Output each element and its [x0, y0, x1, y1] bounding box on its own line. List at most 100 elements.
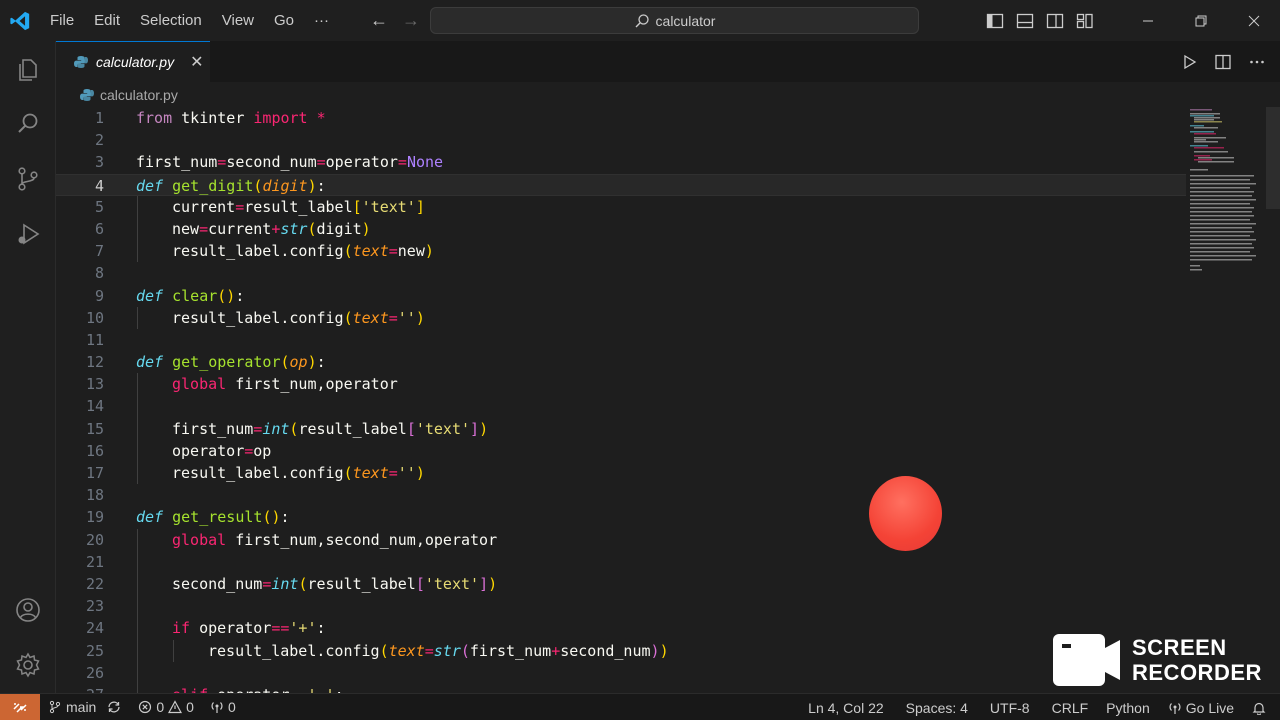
breadcrumb-file[interactable]: calculator.py	[100, 87, 178, 103]
toggle-panel-icon[interactable]	[1015, 11, 1035, 31]
line-number: 2	[94, 131, 104, 150]
line-number: 11	[85, 330, 104, 349]
menu-view[interactable]: View	[212, 0, 264, 41]
explorer-icon[interactable]	[0, 44, 56, 94]
vertical-scrollbar[interactable]	[1266, 107, 1280, 209]
line-number: 25	[85, 641, 104, 660]
token: operator	[325, 153, 398, 172]
line-number: 18	[85, 486, 104, 505]
line-number: 19	[85, 508, 104, 527]
token: op	[289, 353, 308, 372]
token: first_num	[136, 153, 218, 172]
token: =	[316, 153, 326, 172]
menu-file[interactable]: File	[40, 0, 84, 41]
token: '+'	[289, 619, 317, 638]
token: :	[316, 176, 326, 195]
token: operator	[190, 619, 272, 638]
end-of-line[interactable]: CRLF	[1044, 694, 1097, 720]
token: get_operator	[172, 353, 281, 372]
minimize-window-icon[interactable]	[1121, 0, 1174, 41]
camera-icon	[1053, 634, 1120, 686]
menu-edit[interactable]: Edit	[84, 0, 130, 41]
token: *	[316, 109, 326, 127]
source-control-icon[interactable]	[0, 154, 56, 204]
token: import	[253, 109, 308, 127]
problems-status[interactable]: 0 0	[130, 694, 202, 720]
token: +	[551, 641, 561, 660]
tab-calculator-py[interactable]: calculator.py ✕	[56, 41, 210, 82]
customize-layout-icon[interactable]	[1075, 11, 1095, 31]
code-line-current: 4 def get_digit(digit):	[56, 173, 1186, 196]
token: first_num	[469, 641, 552, 660]
token: )	[415, 308, 425, 327]
menu-selection[interactable]: Selection	[130, 0, 212, 41]
token: ]	[415, 197, 425, 216]
accounts-icon[interactable]	[0, 585, 56, 635]
sync-icon[interactable]	[106, 699, 122, 715]
token: def	[136, 508, 164, 527]
token: ''	[397, 464, 416, 482]
toggle-secondary-sidebar-icon[interactable]	[1045, 11, 1065, 31]
token: operator	[172, 441, 245, 460]
language-mode[interactable]: Python	[1098, 694, 1158, 720]
token: )	[307, 176, 317, 195]
cursor-position[interactable]: Ln 4, Col 22	[800, 694, 892, 720]
token: def	[136, 286, 164, 305]
token: (	[343, 464, 353, 482]
run-and-debug-icon[interactable]	[0, 209, 56, 259]
branch-status[interactable]: main	[40, 694, 130, 720]
line-number: 20	[85, 530, 104, 549]
close-window-icon[interactable]	[1227, 0, 1280, 41]
token: =	[388, 308, 398, 327]
token: op	[253, 441, 272, 460]
code-line: 18	[56, 484, 1186, 506]
more-actions-icon[interactable]	[1248, 53, 1266, 71]
token: elif	[172, 686, 208, 693]
ports-status[interactable]: 0	[202, 694, 244, 720]
go-live-label: Go Live	[1185, 699, 1234, 716]
manage-gear-icon[interactable]	[0, 640, 56, 690]
code-line: 15 first_num=int(result_label['text'])	[56, 417, 1186, 440]
tab-close-icon[interactable]: ✕	[190, 52, 203, 72]
token: text	[388, 641, 425, 660]
search-view-icon[interactable]	[0, 99, 56, 149]
token: None	[406, 153, 444, 172]
search-text: calculator	[655, 12, 716, 29]
remote-indicator[interactable]	[0, 693, 40, 720]
token: '-'	[307, 686, 334, 693]
encoding[interactable]: UTF-8	[982, 694, 1038, 720]
token: :	[280, 508, 290, 527]
broadcast-icon	[1169, 702, 1181, 714]
restore-window-icon[interactable]	[1174, 0, 1227, 41]
token: (	[343, 242, 353, 261]
code-editor[interactable]: 1 from tkinter import * 2 3 first_num=seco…	[56, 107, 1186, 693]
token: text	[352, 464, 389, 482]
toggle-primary-sidebar-icon[interactable]	[985, 11, 1005, 31]
token: str	[433, 641, 461, 660]
indentation[interactable]: Spaces: 4	[898, 694, 976, 720]
menu-more[interactable]: ···	[304, 0, 339, 41]
split-editor-icon[interactable]	[1214, 53, 1232, 71]
back-arrow-icon[interactable]: ←	[369, 10, 389, 31]
token: second_num	[226, 153, 317, 172]
menu-go[interactable]: Go	[264, 0, 304, 41]
forward-arrow-icon[interactable]: →	[401, 10, 421, 31]
command-center-search[interactable]: calculator	[430, 7, 919, 34]
go-live-button[interactable]: Go Live	[1160, 694, 1242, 720]
record-indicator	[869, 476, 942, 551]
error-icon	[139, 700, 152, 714]
token: clear	[172, 286, 218, 305]
code-line: 6 new=current+str(digit)	[56, 217, 1186, 241]
notifications-bell-icon[interactable]	[1242, 694, 1280, 720]
minimap[interactable]	[1188, 107, 1268, 277]
run-python-file-icon[interactable]	[1180, 53, 1198, 71]
token: global	[172, 375, 227, 394]
token: :	[335, 686, 344, 693]
token: first_num,operator	[226, 375, 398, 394]
code-line: 11	[56, 329, 1186, 351]
token: first_num,second_num,operator	[226, 530, 498, 549]
token: second_num	[172, 574, 263, 593]
